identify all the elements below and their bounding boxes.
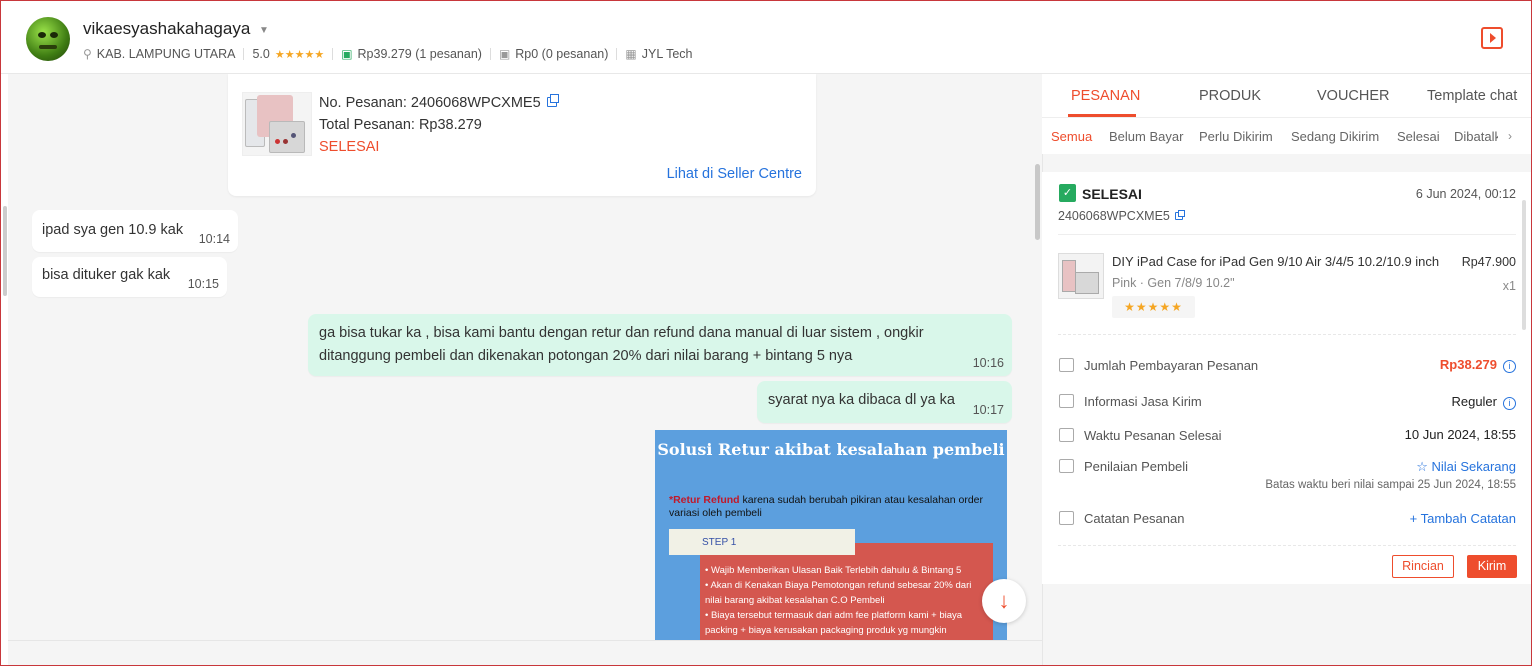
- notes-label: Catatan Pesanan: [1084, 511, 1185, 526]
- product-variant: Pink · Gen 7/8/9 10.2": [1112, 276, 1235, 290]
- filter-semua[interactable]: Semua: [1051, 129, 1092, 144]
- payment-value: Rp38.279: [1439, 357, 1497, 372]
- tab-voucher[interactable]: VOUCHER: [1317, 88, 1390, 104]
- star-badge-icon: [1059, 459, 1074, 473]
- message-text: ipad sya gen 10.9 kak: [42, 222, 184, 238]
- buyer-rating: 5.0: [252, 47, 270, 61]
- avatar[interactable]: [26, 17, 70, 61]
- rate-now-link[interactable]: ☆ Nilai Sekarang: [1416, 459, 1516, 475]
- order-status: SELESAI: [1082, 186, 1142, 202]
- filter-selesai[interactable]: Selesai: [1397, 129, 1440, 144]
- product-rating-stars: ★★★★★: [1112, 296, 1195, 318]
- image-subtitle: *Retur Refund karena sudah berubah pikir…: [669, 494, 984, 519]
- message-time: 10:17: [972, 403, 1004, 417]
- message-time: 10:14: [198, 232, 230, 246]
- chat-header: vikaesyashakahagaya ▼ ⚲ KAB. LAMPUNG UTA…: [0, 0, 1532, 74]
- info-icon[interactable]: i: [1503, 397, 1516, 410]
- seller-centre-link[interactable]: Lihat di Seller Centre: [667, 166, 802, 182]
- filter-sedang-dikirim[interactable]: Sedang Dikirim: [1291, 129, 1379, 144]
- copy-icon[interactable]: [546, 94, 559, 107]
- copy-icon[interactable]: [1174, 210, 1185, 220]
- order-number: No. Pesanan: 2406068WPCXME5: [319, 95, 541, 111]
- clipboard-icon: ▣: [498, 47, 511, 61]
- truck-icon: [1059, 394, 1074, 408]
- panel-scrollbar[interactable]: [1522, 200, 1526, 330]
- chat-input-bar[interactable]: [8, 640, 1042, 666]
- username[interactable]: vikaesyashakahagaya: [83, 19, 250, 39]
- tab-pesanan[interactable]: PESANAN: [1071, 88, 1140, 104]
- note-icon: [1059, 511, 1074, 525]
- paid-orders-total: Rp39.279 (1 pesanan): [357, 47, 482, 61]
- buyer-meta: ⚲ KAB. LAMPUNG UTARA 5.0 ★★★★★ ▣ Rp39.27…: [83, 46, 692, 62]
- image-rules-list: • Wajib Memberikan Ulasan Baik Terlebih …: [705, 565, 972, 636]
- filter-dibatalkan[interactable]: Dibatalkan: [1454, 129, 1498, 144]
- order-total: Total Pesanan: Rp38.279: [319, 117, 482, 133]
- shop-name: JYL Tech: [641, 47, 693, 61]
- payment-icon: [1059, 358, 1074, 372]
- calendar-icon: [1059, 428, 1074, 442]
- buyer-location: KAB. LAMPUNG UTARA: [96, 47, 236, 61]
- message-time: 10:16: [972, 356, 1004, 370]
- message-text: bisa dituker gak kak: [42, 267, 171, 283]
- product-quantity: x1: [1502, 279, 1516, 293]
- message-time: 10:15: [187, 277, 219, 291]
- info-icon[interactable]: i: [1503, 360, 1516, 373]
- left-scrollbar[interactable]: [3, 206, 7, 296]
- order-card-message: No. Pesanan: 2406068WPCXME5 Total Pesana…: [228, 74, 816, 196]
- panel-tabs: PESANAN PRODUK VOUCHER Template chat: [1042, 74, 1532, 118]
- chevron-right-icon[interactable]: ›: [1508, 129, 1512, 143]
- completed-value: 10 Jun 2024, 18:55: [1404, 427, 1516, 442]
- order-status: SELESAI: [319, 139, 380, 155]
- unpaid-orders-total: Rp0 (0 pesanan): [515, 47, 609, 61]
- details-button[interactable]: Rincian: [1392, 555, 1454, 578]
- product-thumbnail: [242, 92, 312, 156]
- star-rating-icon: ★★★★★: [274, 48, 325, 61]
- incoming-message: bisa dituker gak kak 10:15: [32, 257, 227, 297]
- active-tab-indicator: [1068, 114, 1136, 117]
- filter-perlu-dikirim[interactable]: Perlu Dikirim: [1199, 129, 1273, 144]
- chat-scrollbar[interactable]: [1035, 164, 1040, 240]
- completed-label: Waktu Pesanan Selesai: [1084, 428, 1222, 443]
- incoming-message: ipad sya gen 10.9 kak 10:14: [32, 210, 238, 252]
- outgoing-message: syarat nya ka dibaca dl ya ka 10:17: [757, 381, 1012, 423]
- image-step-label: STEP 1: [669, 529, 855, 555]
- shop-icon: ▦: [625, 47, 637, 61]
- chevron-down-icon[interactable]: ▼: [259, 25, 269, 36]
- shipping-label: Informasi Jasa Kirim: [1084, 394, 1202, 409]
- message-text: syarat nya ka dibaca dl ya ka: [768, 392, 955, 408]
- review-deadline: Batas waktu beri nilai sampai 25 Jun 202…: [1265, 479, 1516, 491]
- send-button[interactable]: Kirim: [1467, 555, 1517, 578]
- image-title: Solusi Retur akibat kesalahan pembeli: [657, 440, 1005, 459]
- shipping-value-row: Reguler i: [1451, 394, 1516, 410]
- message-text: ga bisa tukar ka , bisa kami bantu denga…: [319, 325, 924, 364]
- product-thumbnail[interactable]: [1058, 253, 1104, 299]
- order-status-filter: Semua Belum Bayar Perlu Dikirim Sedang D…: [1042, 118, 1532, 154]
- review-label: Penilaian Pembeli: [1084, 459, 1189, 474]
- order-id: 2406068WPCXME5: [1058, 209, 1185, 223]
- product-price: Rp47.900: [1461, 255, 1516, 269]
- add-note-link[interactable]: + Tambah Catatan: [1410, 511, 1516, 526]
- filter-belum-bayar[interactable]: Belum Bayar: [1109, 129, 1183, 144]
- check-clipboard-icon: ✓: [1059, 184, 1076, 202]
- location-icon: ⚲: [83, 47, 92, 61]
- scroll-down-icon[interactable]: ↓: [982, 579, 1026, 623]
- tab-template-chat[interactable]: Template chat: [1427, 88, 1517, 104]
- shipping-value: Reguler: [1451, 394, 1497, 409]
- order-date: 6 Jun 2024, 00:12: [1415, 187, 1516, 201]
- product-name[interactable]: DIY iPad Case for iPad Gen 9/10 Air 3/4/…: [1112, 254, 1448, 269]
- outgoing-message: ga bisa tukar ka , bisa kami bantu denga…: [308, 314, 1012, 376]
- payment-value-row: Rp38.279 i: [1440, 357, 1516, 373]
- tab-produk[interactable]: PRODUK: [1199, 88, 1261, 104]
- image-message[interactable]: Solusi Retur akibat kesalahan pembeli *R…: [655, 430, 1007, 640]
- payment-label: Jumlah Pembayaran Pesanan: [1084, 358, 1259, 373]
- panel-toggle-icon[interactable]: [1481, 27, 1503, 49]
- clipboard-check-icon: ▣: [341, 47, 353, 61]
